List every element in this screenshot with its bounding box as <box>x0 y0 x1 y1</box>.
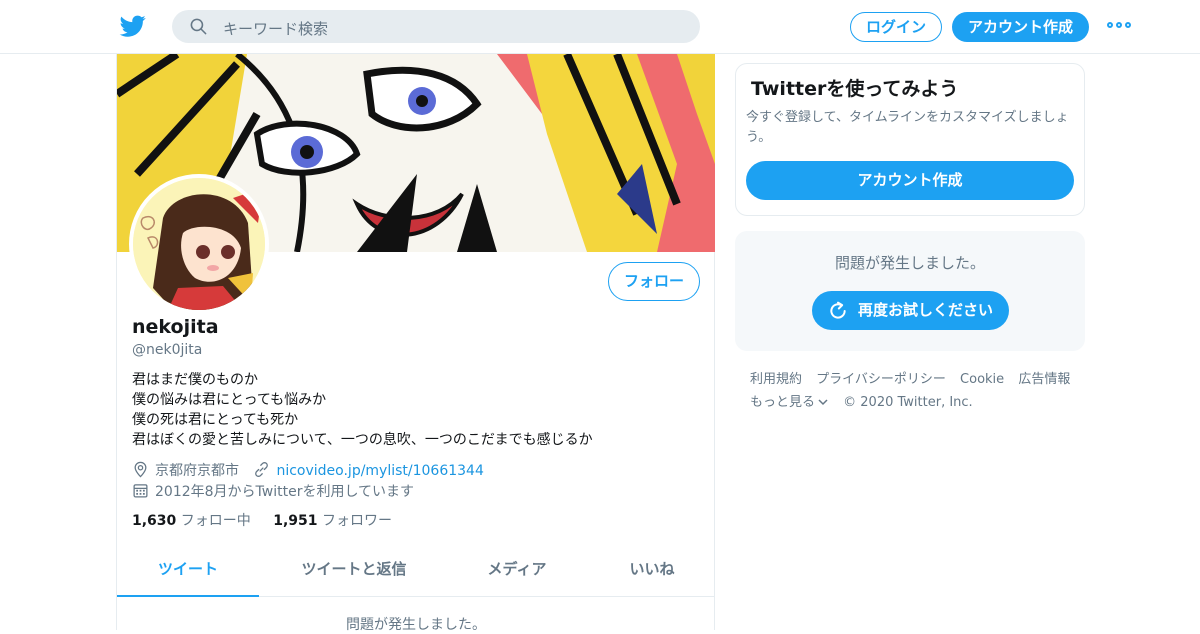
follow-button[interactable]: フォロー <box>608 262 700 301</box>
retry-button[interactable]: 再度お試しください <box>812 291 1009 330</box>
more-label: もっと見る <box>750 395 816 410</box>
location-text: 京都府京都市 <box>155 463 239 479</box>
profile-joined: 2012年8月からTwitterを利用しています <box>132 481 414 501</box>
copyright: © 2020 Twitter, Inc. <box>843 395 973 410</box>
signup-card-title: Twitterを使ってみよう <box>751 78 959 100</box>
footer-link-terms[interactable]: 利用規約 <box>750 372 802 387</box>
footer-link-ads[interactable]: 広告情報 <box>1018 372 1070 387</box>
login-button[interactable]: ログイン <box>850 12 942 42</box>
search-icon <box>190 18 207 35</box>
signup-card-description: 今すぐ登録して、タイムラインをカスタマイズしましょう。 <box>746 110 1069 145</box>
footer-link-privacy[interactable]: プライバシーポリシー <box>816 372 946 387</box>
tab-tweets-replies[interactable]: ツイートと返信 <box>279 547 429 597</box>
refresh-icon <box>830 301 846 319</box>
profile-handle: @nek0jita <box>132 342 203 358</box>
following-stat[interactable]: 1,630 フォロー中 <box>132 513 251 529</box>
location-pin-icon <box>134 461 147 478</box>
profile-url-link[interactable]: nicovideo.jp/mylist/10661344 <box>276 463 483 479</box>
twitter-bird-icon[interactable] <box>119 13 147 39</box>
tab-media[interactable]: メディア <box>467 547 567 597</box>
search-placeholder: キーワード検索 <box>223 20 329 38</box>
profile-column: フォロー nekojita @nek0jita 君はまだ僕のものか 僕の悩みは君… <box>116 54 715 633</box>
more-link[interactable]: もっと見る <box>750 395 829 410</box>
avatar-image <box>133 178 265 310</box>
profile-tabs: ツイート ツイートと返信 メディア いいね <box>117 547 715 597</box>
chevron-down-icon <box>818 399 828 406</box>
profile-stats: 1,630 フォロー中 1,951 フォロワー <box>132 510 392 530</box>
timeline-error: 問題が発生しました。 <box>346 617 486 633</box>
signup-card: Twitterを使ってみよう 今すぐ登録して、タイムラインをカスタマイズしましょ… <box>735 63 1085 216</box>
profile-name: nekojita <box>132 316 219 338</box>
followers-stat[interactable]: 1,951 フォロワー <box>273 513 392 529</box>
top-bar: キーワード検索 ログイン アカウント作成 <box>0 0 1200 54</box>
profile-meta-location-url: 京都府京都市 nicovideo.jp/mylist/10661344 <box>132 460 484 480</box>
bio-line: 君はぼくの愛と苦しみについて、一つの息吹、一つのこだまでも感じるか <box>132 432 593 448</box>
bio-line: 僕の死は君にとっても死か <box>132 412 299 428</box>
link-icon <box>255 462 269 477</box>
signup-card-button[interactable]: アカウント作成 <box>746 161 1074 200</box>
following-label: フォロー中 <box>180 513 251 529</box>
footer-links: 利用規約 プライバシーポリシー Cookie 広告情報 <box>750 368 1080 387</box>
following-count: 1,630 <box>132 513 177 529</box>
bio-line: 僕の悩みは君にとっても悩みか <box>132 392 327 408</box>
footer-link-cookie[interactable]: Cookie <box>960 372 1004 387</box>
signup-button[interactable]: アカウント作成 <box>952 12 1089 42</box>
search-input[interactable]: キーワード検索 <box>172 10 700 43</box>
avatar[interactable] <box>129 174 269 314</box>
error-message: 問題が発生しました。 <box>834 254 985 272</box>
retry-label: 再度お試しください <box>858 301 994 319</box>
profile-bio: 君はまだ僕のものか 僕の悩みは君にとっても悩みか 僕の死は君にとっても死か 君は… <box>132 370 593 450</box>
more-dots-icon[interactable] <box>1107 22 1131 30</box>
followers-count: 1,951 <box>273 513 318 529</box>
bio-line: 君はまだ僕のものか <box>132 372 258 388</box>
followers-label: フォロワー <box>321 513 392 529</box>
tab-likes[interactable]: いいね <box>607 547 697 597</box>
error-card: 問題が発生しました。 再度お試しください <box>735 231 1085 351</box>
joined-text: 2012年8月からTwitterを利用しています <box>155 484 415 500</box>
tab-tweets[interactable]: ツイート <box>117 547 259 597</box>
calendar-icon <box>133 484 148 498</box>
footer-meta: もっと見る © 2020 Twitter, Inc. <box>750 391 973 410</box>
